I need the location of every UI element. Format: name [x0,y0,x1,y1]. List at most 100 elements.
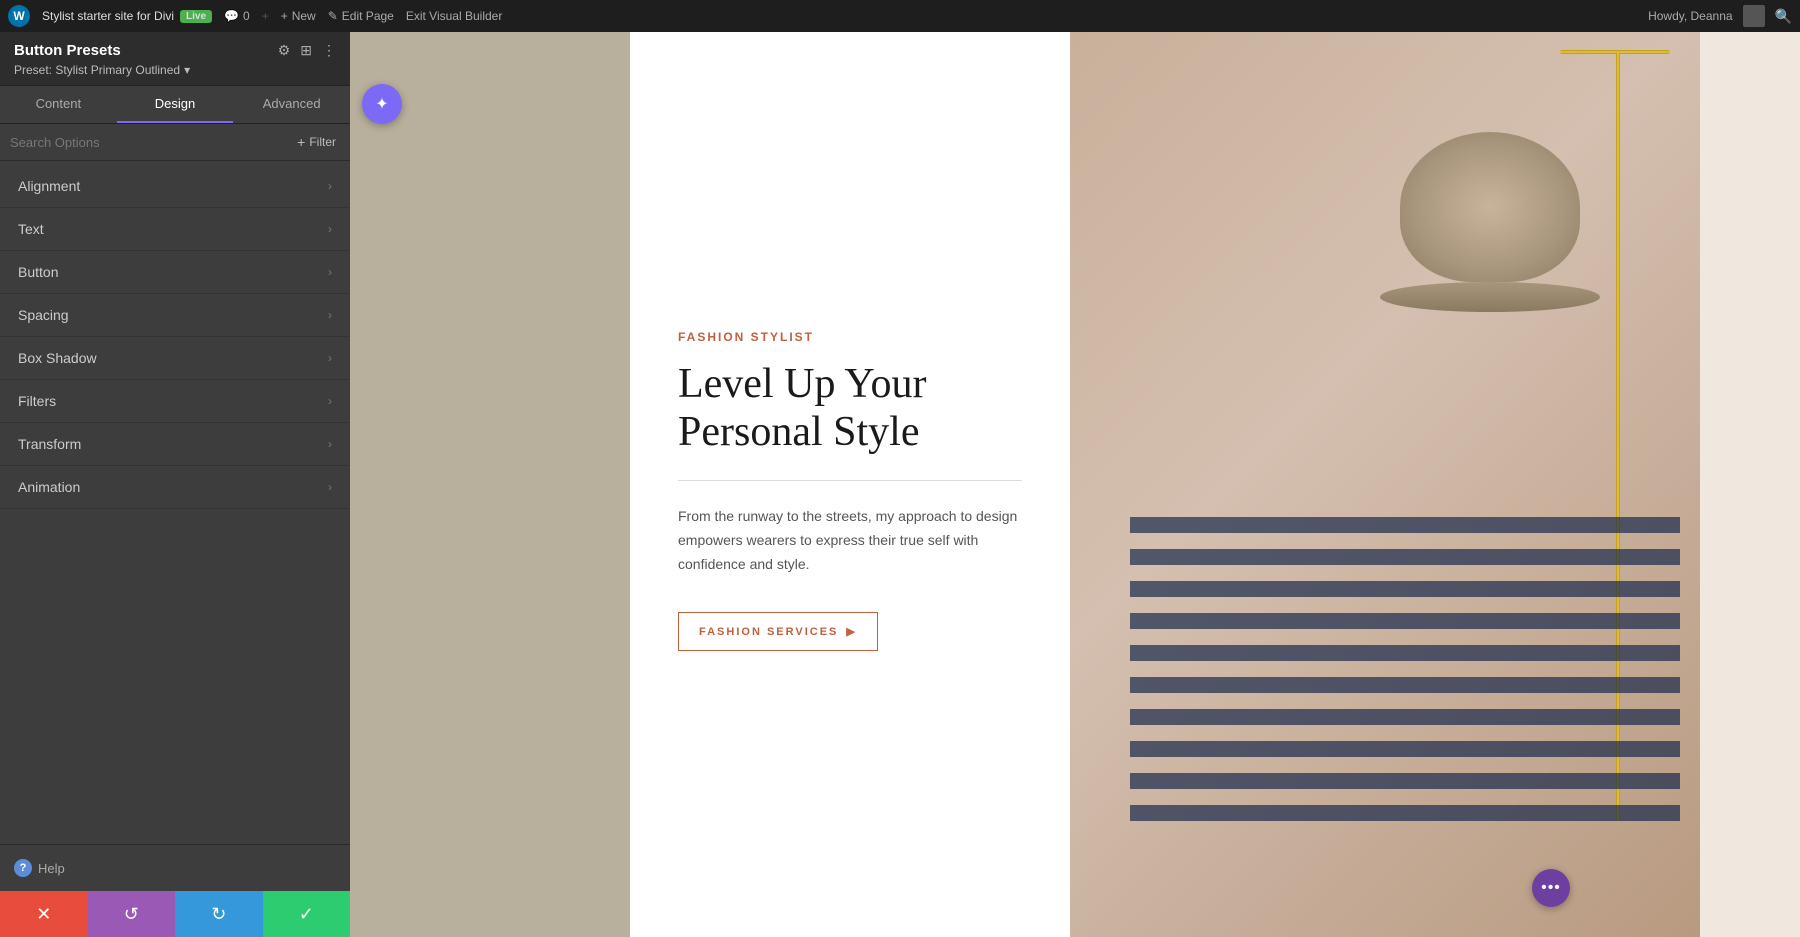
option-label-spacing: Spacing [18,307,69,323]
stripe-10 [1130,805,1680,821]
save-button[interactable]: ✓ [263,891,351,937]
fashion-services-button[interactable]: Fashion Services ▶ [678,612,878,651]
option-alignment[interactable]: Alignment › [0,165,350,208]
stripe-6 [1130,677,1680,693]
content-area: ✦ Fashion Stylist Level Up Your Personal… [350,32,1800,937]
bottom-toolbar: ✕ ↺ ↻ ✓ [0,891,350,937]
stripe-1 [1130,517,1680,533]
help-row: ? Help [0,844,350,891]
hat-brim [1380,282,1600,312]
chevron-down-icon: › [328,222,332,236]
new-plus-icon: + [281,9,288,23]
option-label-filters: Filters [18,393,56,409]
stripe-8 [1130,741,1680,757]
stripe-7 [1130,709,1680,725]
site-name[interactable]: Stylist starter site for Divi [42,9,174,23]
option-label-text: Text [18,221,44,237]
user-avatar [1743,5,1765,27]
chevron-down-icon: › [328,179,332,193]
hero-left-bg [350,32,630,937]
more-icon[interactable]: ⋮ [322,42,336,59]
preset-label: Preset: Stylist Primary Outlined [14,63,180,77]
hat-body [1400,132,1580,282]
option-box-shadow[interactable]: Box Shadow › [0,337,350,380]
stripe-4 [1130,613,1680,629]
howdy-text: Howdy, Deanna [1648,9,1733,23]
chevron-down-icon: › [328,308,332,322]
stripe-2 [1130,549,1680,565]
top-bar: W Stylist starter site for Divi Live 💬 0… [0,0,1800,32]
button-label: Fashion Services [699,626,838,638]
three-dots-menu-button[interactable]: ••• [1532,869,1570,907]
option-transform[interactable]: Transform › [0,423,350,466]
option-button[interactable]: Button › [0,251,350,294]
card-category: Fashion Stylist [678,330,1022,344]
stripe-9 [1130,773,1680,789]
panel-title: Button Presets [14,42,121,59]
preset-selector[interactable]: Preset: Stylist Primary Outlined ▾ [14,63,336,77]
settings-icon[interactable]: ⚙ [278,42,291,59]
option-filters[interactable]: Filters › [0,380,350,423]
rack-horizontal [1560,50,1670,54]
edit-page-link[interactable]: ✎ Edit Page [328,9,394,23]
chevron-down-icon: › [328,351,332,365]
button-arrow-icon: ▶ [846,625,856,638]
stripe-3 [1130,581,1680,597]
options-list: Alignment › Text › Button › Spacing › Bo… [0,161,350,844]
tab-advanced[interactable]: Advanced [233,86,350,123]
chevron-down-icon: › [328,437,332,451]
hat-shape [1380,112,1600,312]
columns-icon[interactable]: ⊞ [300,42,312,59]
option-label-button: Button [18,264,58,280]
three-dots-icon: ••• [1541,879,1561,897]
tab-design[interactable]: Design [117,86,234,123]
site-info: Stylist starter site for Divi Live [42,9,212,23]
redo-button[interactable]: ↻ [175,891,263,937]
chevron-down-icon: › [328,265,332,279]
undo-button[interactable]: ↺ [88,891,176,937]
exit-vb-button[interactable]: Exit Visual Builder [406,9,503,23]
panel-title-row: Button Presets ⚙ ⊞ ⋮ [14,42,336,59]
filter-button[interactable]: + Filter [293,132,340,152]
option-animation[interactable]: Animation › [0,466,350,509]
card-title: Level Up Your Personal Style [678,360,1022,457]
panel-header: Button Presets ⚙ ⊞ ⋮ Preset: Stylist Pri… [0,32,350,86]
edit-icon: ✎ [328,9,338,23]
option-text[interactable]: Text › [0,208,350,251]
tab-content[interactable]: Content [0,86,117,123]
cancel-button[interactable]: ✕ [0,891,88,937]
hero-section: Fashion Stylist Level Up Your Personal S… [350,32,1800,937]
main-layout: Button Presets ⚙ ⊞ ⋮ Preset: Stylist Pri… [0,32,1800,937]
hero-photo: ••• [1070,32,1700,937]
option-label-transform: Transform [18,436,81,452]
chevron-down-icon: › [328,480,332,494]
chevron-down-icon: › [328,394,332,408]
card-divider [678,480,1022,481]
comment-icon: 💬 [224,9,239,23]
new-button[interactable]: + New [281,9,316,23]
option-label-alignment: Alignment [18,178,80,194]
live-badge: Live [180,10,212,23]
search-row: + Filter [0,124,350,161]
wordpress-icon[interactable]: W [8,5,30,27]
hero-right-edge [1700,32,1800,937]
redo-icon: ↻ [211,904,226,925]
search-icon[interactable]: 🔍 [1775,8,1792,25]
separator-1: + [262,9,269,23]
panel-header-icons: ⚙ ⊞ ⋮ [278,42,336,59]
panel-tabs: Content Design Advanced [0,86,350,124]
save-icon: ✓ [299,904,314,925]
help-icon: ? [14,859,32,877]
filter-label: Filter [309,135,336,149]
divi-float-button[interactable]: ✦ [362,84,402,124]
cancel-icon: ✕ [36,904,51,925]
divi-icon: ✦ [375,94,388,114]
undo-icon: ↺ [124,904,139,925]
shirt-area [1130,517,1680,837]
option-spacing[interactable]: Spacing › [0,294,350,337]
help-link[interactable]: Help [38,861,65,876]
option-label-box-shadow: Box Shadow [18,350,97,366]
comment-count[interactable]: 💬 0 [224,9,250,23]
search-input[interactable] [10,135,287,150]
hero-photo-content: ••• [1070,32,1700,937]
